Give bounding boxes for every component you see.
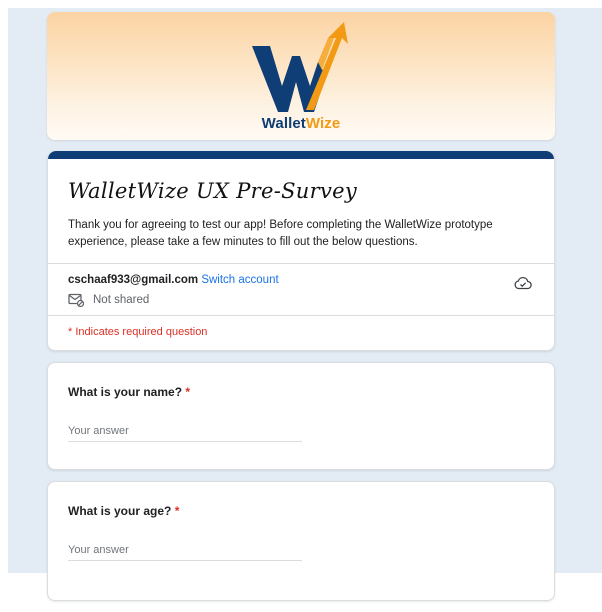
title-body: WalletWize UX Pre-Survey Thank you for a…: [48, 159, 554, 263]
question-label: What is your name? *: [68, 385, 534, 399]
question-text: What is your age?: [68, 504, 172, 518]
switch-account-link[interactable]: Switch account: [201, 274, 278, 286]
sharing-status: Not shared: [68, 293, 534, 307]
form-title: WalletWize UX Pre-Survey: [68, 179, 357, 203]
account-row: cschaaf933@gmail.com Switch account Not …: [48, 264, 554, 315]
form-column: WalletWize WalletWize UX Pre-Survey Than…: [47, 12, 555, 612]
required-asterisk: *: [174, 504, 180, 518]
age-answer-input[interactable]: [68, 544, 302, 561]
mail-lock-icon: [68, 293, 84, 307]
question-text: What is your name?: [68, 385, 183, 399]
brand-wordmark-part1: Wallet: [261, 115, 306, 132]
form-description: Thank you for agreeing to test our app! …: [68, 219, 493, 248]
brand-wordmark-part2: Wize: [305, 115, 341, 132]
question-card-name: What is your name? *: [47, 362, 555, 470]
cloud-done-icon: [514, 277, 532, 290]
question-card-age: What is your age? *: [47, 481, 555, 601]
question-label: What is your age? *: [68, 504, 534, 518]
account-email: cschaaf933@gmail.com: [68, 274, 199, 286]
title-accent-bar: [48, 151, 554, 159]
not-shared-label: Not shared: [93, 294, 150, 306]
header-banner: WalletWize: [47, 12, 555, 140]
name-answer-input[interactable]: [68, 425, 302, 442]
required-asterisk: *: [185, 385, 191, 399]
required-note: * Indicates required question: [68, 326, 208, 338]
form-title-card: WalletWize UX Pre-Survey Thank you for a…: [47, 151, 555, 351]
brand-wordmark: WalletWize: [47, 115, 555, 132]
